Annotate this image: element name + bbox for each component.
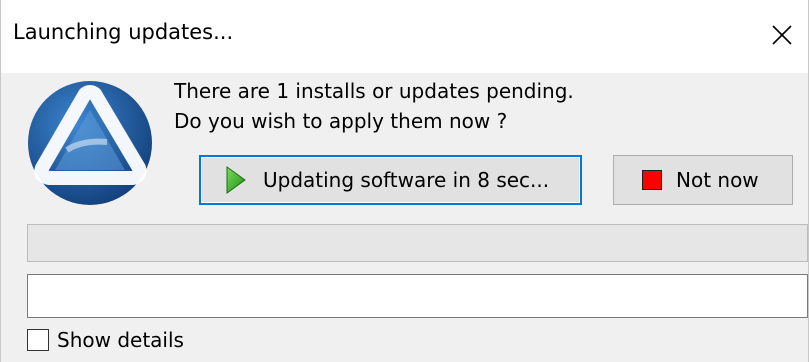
window-title: Launching updates...: [13, 20, 234, 44]
show-details-checkbox[interactable]: [27, 329, 49, 351]
title-bar: Launching updates...: [1, 0, 808, 73]
app-logo: [27, 80, 153, 206]
message-line-1: There are 1 installs or updates pending.: [174, 79, 574, 103]
stop-icon: [642, 170, 662, 190]
not-now-label: Not now: [676, 168, 759, 192]
prompt-message: There are 1 installs or updates pending.…: [174, 76, 574, 136]
play-icon: [225, 165, 247, 195]
update-now-button[interactable]: Updating software in 8 sec...: [199, 155, 582, 205]
update-now-label: Updating software in 8 sec...: [263, 168, 550, 192]
message-line-2: Do you wish to apply them now ?: [174, 109, 508, 133]
update-progress-bar: [27, 224, 808, 262]
show-details-toggle[interactable]: Show details: [27, 328, 184, 352]
update-dialog: Launching updates... There are 1 install…: [0, 0, 809, 362]
close-button[interactable]: [756, 0, 808, 70]
show-details-label: Show details: [57, 328, 184, 352]
close-icon: [772, 25, 792, 45]
status-log-field[interactable]: [27, 274, 808, 318]
not-now-button[interactable]: Not now: [613, 155, 793, 205]
